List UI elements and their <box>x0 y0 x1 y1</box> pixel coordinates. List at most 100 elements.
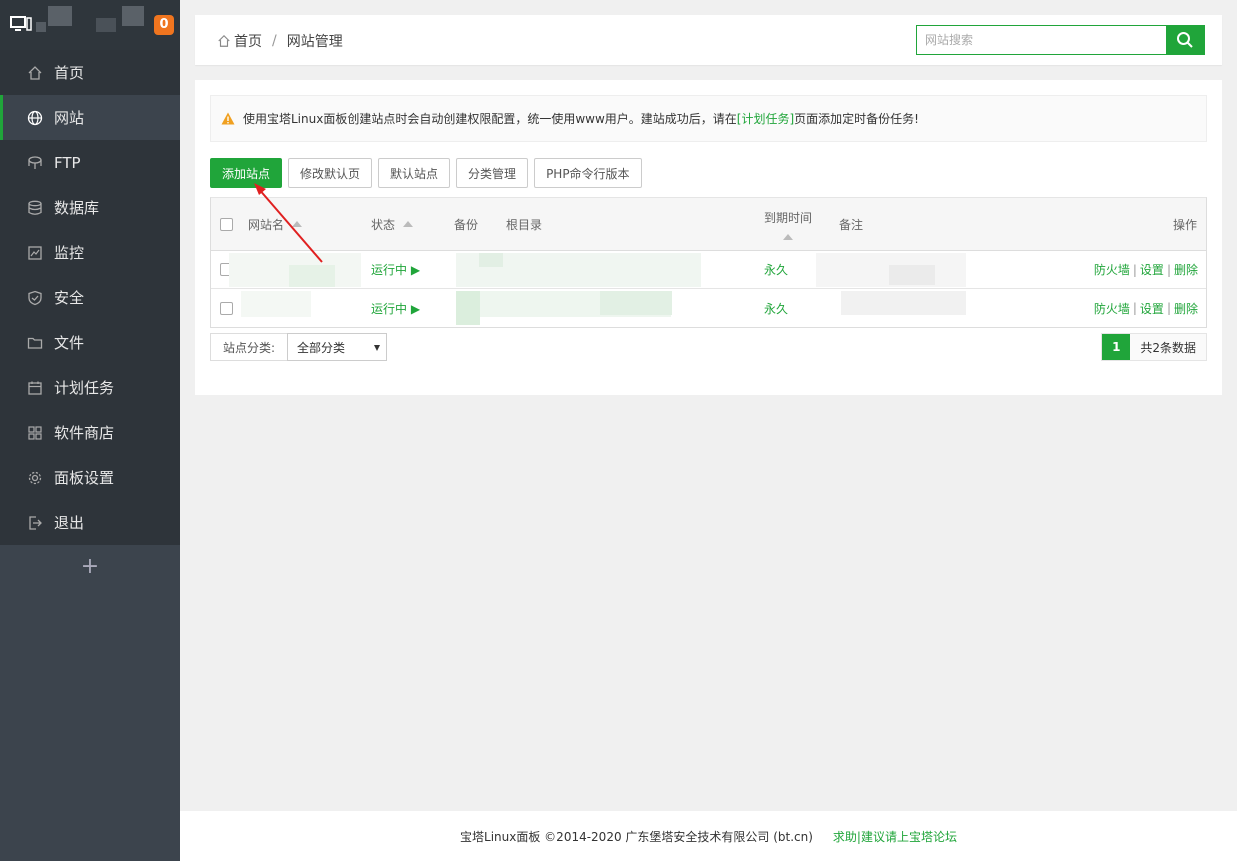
database-icon <box>26 199 44 217</box>
sidebar-header: 0 <box>0 0 180 50</box>
notice-text: 使用宝塔Linux面板创建站点时会自动创建权限配置，统一使用www用户。建站成功… <box>243 112 737 126</box>
select-all-checkbox-cell <box>220 198 233 250</box>
header-root: 根目录 <box>506 217 543 232</box>
op-separator: | <box>1166 301 1171 315</box>
computer-icon <box>10 16 32 31</box>
sidebar-item-ftp[interactable]: FTP <box>0 140 180 185</box>
root-path-redacted <box>479 253 503 267</box>
sidebar-item-label: 面板设置 <box>54 469 115 487</box>
row-checkbox[interactable] <box>220 301 233 315</box>
calendar-icon <box>26 379 44 397</box>
header-expire-label: 到期时间 <box>764 210 813 225</box>
note-redacted <box>841 291 966 315</box>
sidebar-item-label: 安全 <box>54 289 85 307</box>
table-row: 运行中 ▶ 永久 防火墙 | 设置 | 删除 <box>211 251 1206 289</box>
status-running-link[interactable]: 运行中 ▶ <box>371 289 420 327</box>
forum-help-link[interactable]: 求助|建议请上宝塔论坛 <box>833 828 957 845</box>
host-blur <box>96 18 116 32</box>
sidebar-item-label: 数据库 <box>54 199 100 217</box>
sidebar-item-label: 监控 <box>54 244 85 262</box>
edit-default-page-button[interactable]: 修改默认页 <box>288 158 373 188</box>
header-name[interactable]: 网站名 <box>248 198 303 250</box>
sidebar: 0 首页 网站 FTP 数据库 监控 安全 文件 计划任务 软件商店 面板设置 … <box>0 0 180 861</box>
breadcrumb-home-link[interactable]: 首页 <box>234 31 262 51</box>
header-expire[interactable]: 到期时间 <box>764 198 812 250</box>
sidebar-item-cron[interactable]: 计划任务 <box>0 365 180 410</box>
shield-icon <box>26 289 44 307</box>
breadcrumb: 首页 / 网站管理 <box>217 31 343 51</box>
notice-banner: 使用宝塔Linux面板创建站点时会自动创建权限配置，统一使用www用户。建站成功… <box>210 95 1207 142</box>
gear-icon <box>26 469 44 487</box>
sort-icon <box>403 221 414 227</box>
sidebar-item-website[interactable]: 网站 <box>0 95 180 140</box>
root-path-redacted <box>456 291 480 325</box>
delete-link[interactable]: 删除 <box>1174 300 1198 317</box>
settings-link[interactable]: 设置 <box>1140 300 1164 317</box>
header-name-label: 网站名 <box>248 217 285 232</box>
sort-icon <box>292 221 303 227</box>
search-button[interactable] <box>1166 26 1204 54</box>
host-blur <box>48 6 72 26</box>
cron-task-link[interactable]: [计划任务] <box>737 110 794 127</box>
home-icon <box>218 34 230 47</box>
header-status[interactable]: 状态 <box>371 198 414 250</box>
expire-value[interactable]: 永久 <box>764 251 788 288</box>
header-status-label: 状态 <box>371 217 396 232</box>
sidebar-item-store[interactable]: 软件商店 <box>0 410 180 455</box>
header-note: 备注 <box>839 217 864 232</box>
sidebar-item-label: 退出 <box>54 514 85 532</box>
sort-icon <box>783 233 793 240</box>
add-site-button[interactable]: 添加站点 <box>210 158 283 188</box>
op-separator: | <box>1166 262 1171 277</box>
delete-link[interactable]: 删除 <box>1174 261 1198 278</box>
notification-badge[interactable]: 0 <box>154 15 174 35</box>
dropdown-arrow-icon <box>374 345 380 351</box>
sidebar-item-files[interactable]: 文件 <box>0 320 180 365</box>
sidebar-item-label: 文件 <box>54 334 85 352</box>
pagination-total: 共2条数据 <box>1130 334 1206 360</box>
ftp-icon <box>26 154 44 172</box>
sidebar-item-security[interactable]: 安全 <box>0 275 180 320</box>
settings-link[interactable]: 设置 <box>1140 261 1164 278</box>
category-manage-button[interactable]: 分类管理 <box>456 158 529 188</box>
warning-icon <box>221 112 235 125</box>
sidebar-item-monitor[interactable]: 监控 <box>0 230 180 275</box>
site-name-redacted <box>241 291 311 317</box>
sidebar-item-database[interactable]: 数据库 <box>0 185 180 230</box>
sidebar-item-label: 计划任务 <box>54 379 115 397</box>
search-box <box>916 25 1205 55</box>
php-cli-version-button[interactable]: PHP命令行版本 <box>534 158 642 188</box>
firewall-link[interactable]: 防火墙 <box>1094 261 1130 278</box>
select-all-checkbox[interactable] <box>220 217 233 231</box>
page-footer: 宝塔Linux面板 ©2014-2020 广东堡塔安全技术有限公司 (bt.cn… <box>180 811 1237 861</box>
logout-icon <box>26 514 44 532</box>
category-select[interactable]: 全部分类 <box>287 333 387 361</box>
category-label: 站点分类: <box>210 333 287 361</box>
site-table: 网站名 状态 备份 根目录 到期时间 备注 操作 运行中 ▶ 永久 防火墙 | <box>210 197 1207 328</box>
sidebar-item-label: 首页 <box>54 64 85 82</box>
main-panel: 使用宝塔Linux面板创建站点时会自动创建权限配置，统一使用www用户。建站成功… <box>195 80 1222 395</box>
table-footer: 站点分类: 全部分类 1 共2条数据 <box>210 333 1207 361</box>
notice-text-end: 页面添加定时备份任务! <box>794 112 919 126</box>
table-header: 网站名 状态 备份 根目录 到期时间 备注 操作 <box>211 198 1206 251</box>
breadcrumb-current: 网站管理 <box>286 34 343 50</box>
firewall-link[interactable]: 防火墙 <box>1094 300 1130 317</box>
row-ops: 防火墙 | 设置 | 删除 <box>1094 251 1198 288</box>
add-shortcut-button[interactable]: + <box>0 545 180 587</box>
default-site-button[interactable]: 默认站点 <box>378 158 451 188</box>
pagination: 1 共2条数据 <box>1101 333 1207 361</box>
row-ops: 防火墙 | 设置 | 删除 <box>1094 289 1198 327</box>
search-input[interactable] <box>917 26 1166 54</box>
page-1-button[interactable]: 1 <box>1102 334 1131 360</box>
note-redacted <box>889 265 935 285</box>
sidebar-item-home[interactable]: 首页 <box>0 50 180 95</box>
category-selected-value: 全部分类 <box>297 340 346 355</box>
home-icon <box>26 64 44 82</box>
expire-value[interactable]: 永久 <box>764 289 788 327</box>
grid-icon <box>26 424 44 442</box>
sidebar-item-settings[interactable]: 面板设置 <box>0 455 180 500</box>
row-checkbox-cell <box>220 289 233 327</box>
status-running-link[interactable]: 运行中 ▶ <box>371 251 420 288</box>
sidebar-item-logout[interactable]: 退出 <box>0 500 180 545</box>
topbar: 首页 / 网站管理 <box>195 15 1222 65</box>
